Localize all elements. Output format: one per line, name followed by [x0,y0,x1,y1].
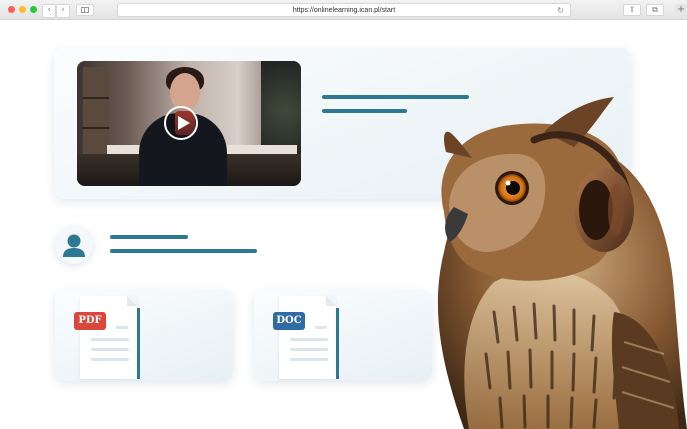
minimize-window-button[interactable] [19,6,26,13]
sidebar-icon [81,7,89,13]
user-icon [63,234,85,257]
page-fold [127,296,137,306]
new-tab-button[interactable]: + [675,4,687,16]
tab-overview-button[interactable]: ⧉ [646,4,664,16]
doc-line [91,348,129,351]
page-fold [326,296,336,306]
zoom-window-button[interactable] [30,6,37,13]
doc-line [290,338,328,341]
pdf-file-icon: PDF [74,296,140,379]
doc-file-card[interactable]: DOC [254,290,432,381]
url-text: https://onlinelearning.ican.pl/start [292,7,396,14]
doc-line [290,348,328,351]
doc-file-icon: DOC [273,296,339,379]
doc-line [116,326,128,329]
file-type-badge: DOC [273,312,305,330]
forward-button[interactable]: › [56,4,70,18]
back-button[interactable]: ‹ [42,4,56,18]
text-placeholder-line [322,109,407,113]
page-edge-accent [336,308,339,379]
pdf-file-card[interactable]: PDF [55,290,233,381]
owl-mascot-illustration [437,97,687,429]
doc-line [290,358,328,361]
avatar[interactable] [55,226,93,264]
bookshelf-decor [83,67,109,157]
presenter-face [170,73,200,111]
page-edge-accent [137,308,140,379]
file-type-badge: PDF [74,312,106,330]
address-bar[interactable]: https://onlinelearning.ican.pl/start ↻ [117,3,571,17]
reload-icon[interactable]: ↻ [557,4,564,17]
close-window-button[interactable] [8,6,15,13]
text-placeholder-line [110,235,188,239]
browser-toolbar: ‹ › https://onlinelearning.ican.pl/start… [0,0,687,20]
play-button[interactable] [164,106,198,140]
doc-line [91,358,129,361]
text-placeholder-line [110,249,257,253]
share-button[interactable]: ⇪ [623,4,641,16]
sidebar-toggle-button[interactable] [76,4,94,16]
video-thumbnail[interactable] [77,61,301,186]
play-icon [178,116,190,130]
doc-line [315,326,327,329]
doc-line [91,338,129,341]
